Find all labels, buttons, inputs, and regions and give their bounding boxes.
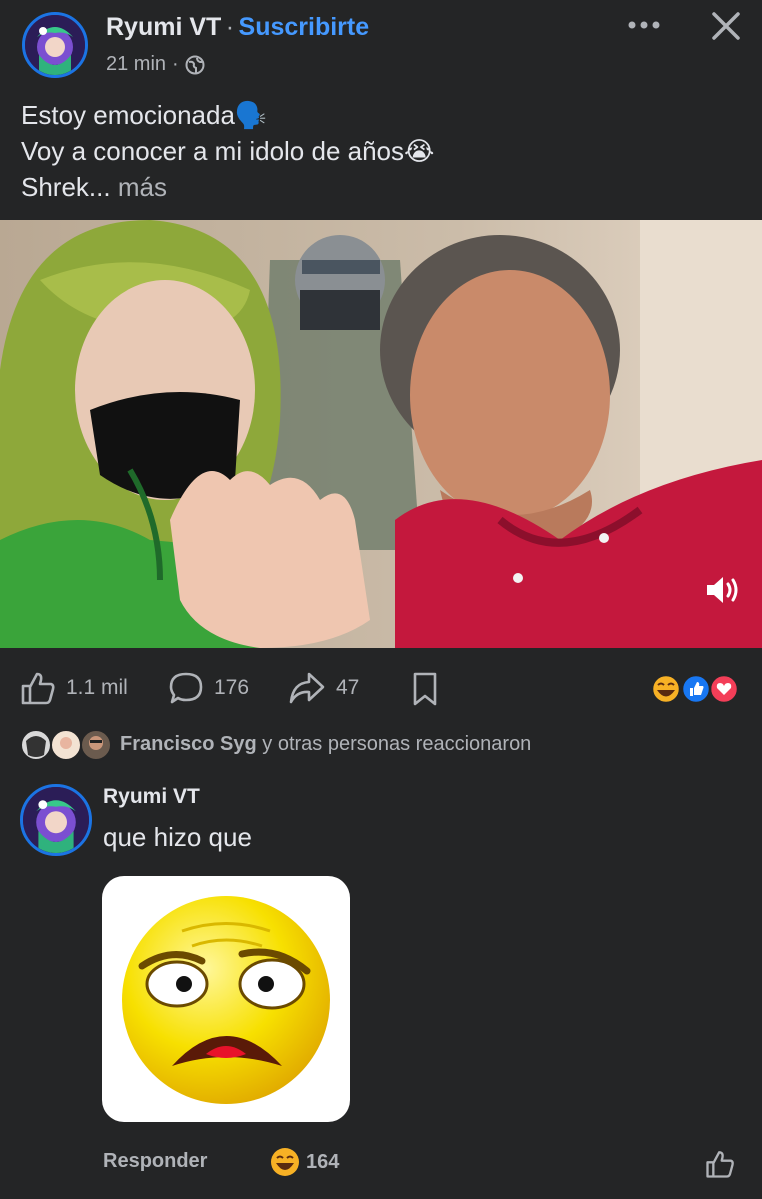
post-meta: 21 min · <box>106 53 205 76</box>
post-author-name[interactable]: Ryumi VT <box>106 13 221 41</box>
close-icon[interactable] <box>706 8 746 44</box>
comment-like-icon[interactable] <box>702 1146 738 1182</box>
bookmark-icon[interactable] <box>408 670 442 708</box>
video-frame <box>0 220 762 648</box>
reactor-name[interactable]: Francisco Syg <box>120 733 257 755</box>
post-text: Estoy emocionada🗣️ Voy a conocer a mi id… <box>21 97 741 205</box>
subscribe-button[interactable]: Suscribirte <box>239 13 370 41</box>
comment-icon <box>168 670 204 706</box>
comment-author-avatar[interactable] <box>20 784 92 856</box>
like-button[interactable]: 1.1 mil <box>20 670 128 706</box>
comment-reactions[interactable]: 164 <box>270 1147 339 1177</box>
thumbs-up-icon <box>20 670 56 706</box>
comment-sticker-image[interactable] <box>102 876 350 1122</box>
share-icon <box>288 670 326 706</box>
see-more-link[interactable]: más <box>118 172 167 202</box>
comment-count: 176 <box>214 676 250 699</box>
comment-author-name[interactable]: Ryumi VT <box>103 785 200 809</box>
post-text-line: Estoy emocionada🗣️ <box>21 100 268 130</box>
meta-separator: · <box>172 53 179 75</box>
share-button[interactable]: 47 <box>288 670 359 706</box>
post-text-line-3: Shrek... más <box>21 169 741 205</box>
globe-icon <box>185 55 205 75</box>
comment-reaction-count: 164 <box>306 1150 340 1173</box>
post-text-line: Shrek... <box>21 172 111 202</box>
laughing-reaction-icon <box>270 1147 300 1177</box>
more-options-icon[interactable] <box>622 10 666 40</box>
post-header-line: Ryumi VT · Suscribirte <box>106 13 369 42</box>
like-count: 1.1 mil <box>66 676 128 699</box>
reactions-summary-text: y otras personas reaccionaron <box>256 733 532 755</box>
reactor-avatars[interactable] <box>20 727 116 763</box>
video-player[interactable] <box>0 220 762 648</box>
share-count: 47 <box>336 676 360 699</box>
post-text-line: Voy a conocer a mi idolo de años😭 <box>21 136 435 166</box>
reply-button[interactable]: Responder <box>103 1150 207 1173</box>
reactions-summary[interactable]: Francisco Syg y otras personas reacciona… <box>120 733 531 756</box>
author-avatar[interactable] <box>22 12 88 78</box>
post-time[interactable]: 21 min <box>106 53 166 76</box>
header-separator: · <box>225 13 235 41</box>
reaction-icons[interactable] <box>650 673 740 705</box>
comment-button[interactable]: 176 <box>168 670 249 706</box>
volume-icon[interactable] <box>702 570 744 610</box>
comment-text: que hizo que <box>103 822 252 852</box>
